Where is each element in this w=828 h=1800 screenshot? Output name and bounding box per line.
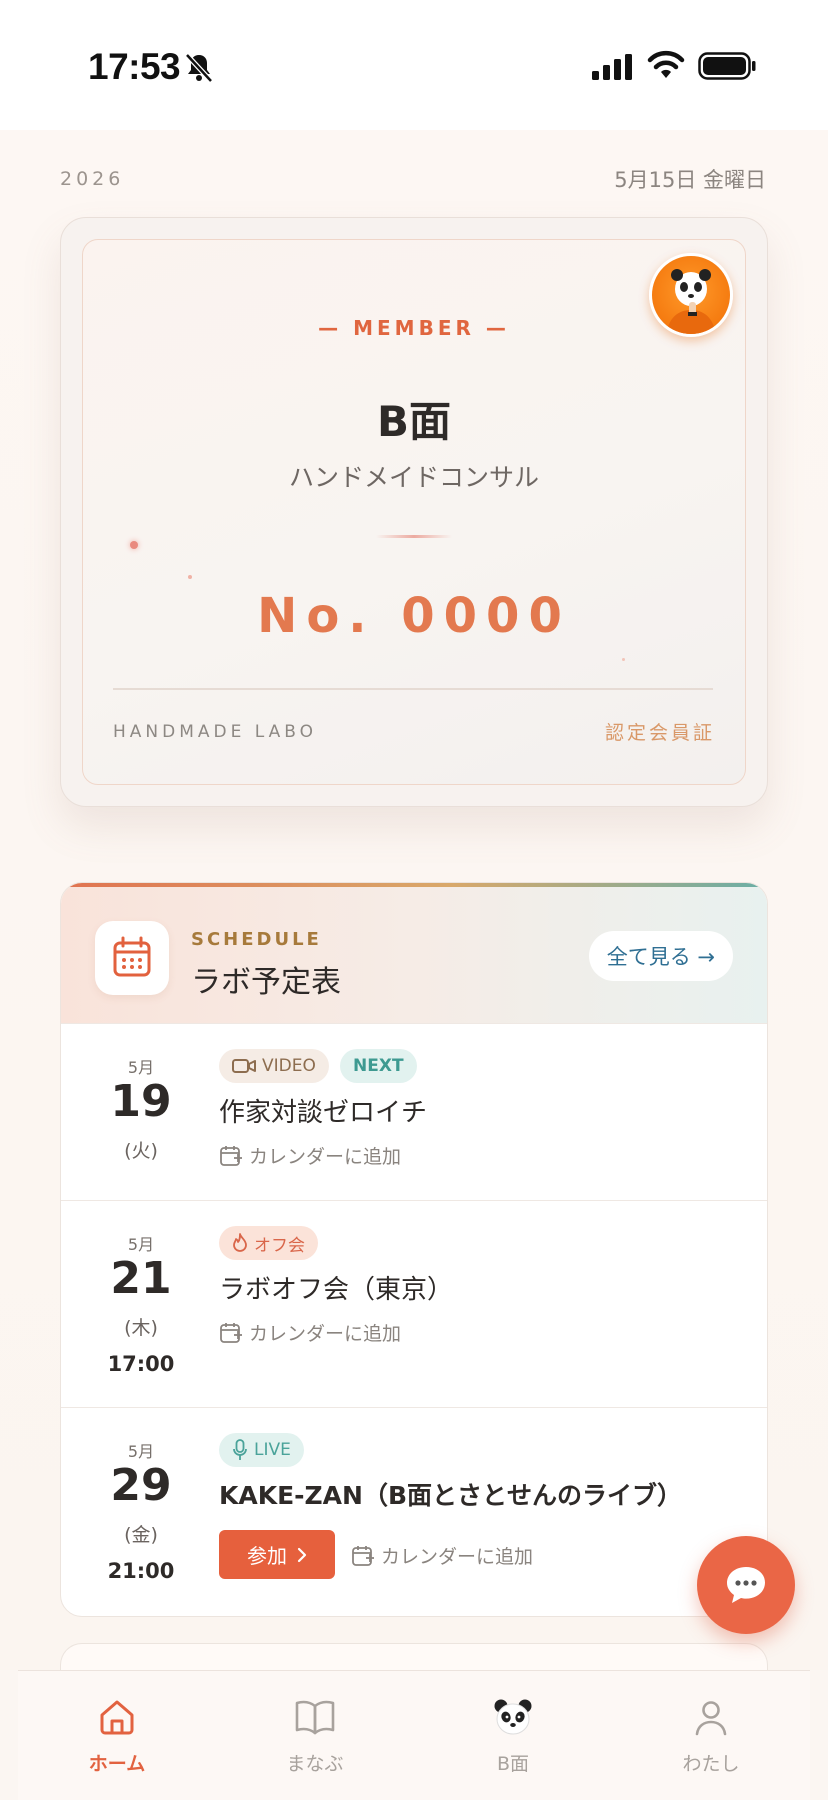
panda-icon xyxy=(494,1699,532,1735)
decorative-dot xyxy=(130,541,138,549)
chat-bubble-icon xyxy=(727,1567,765,1603)
tag-label: VIDEO xyxy=(262,1056,316,1076)
join-button[interactable]: 参加 xyxy=(219,1530,335,1579)
signal-icon xyxy=(592,54,632,80)
member-role: ハンドメイドコンサル xyxy=(288,463,539,492)
tag-live: LIVE xyxy=(219,1433,304,1467)
chat-button[interactable] xyxy=(697,1536,795,1634)
calendar-add-icon xyxy=(220,1145,242,1166)
schedule-title: ラボ予定表 xyxy=(191,965,341,1000)
year-label: 2026 xyxy=(60,168,125,190)
add-to-calendar-button[interactable]: カレンダーに追加 xyxy=(351,1542,533,1569)
calendar-icon xyxy=(113,936,151,977)
add-to-calendar-button[interactable]: カレンダーに追加 xyxy=(219,1142,401,1169)
card-footer-brand: HANDMADE LABO xyxy=(113,722,317,742)
event-month: 5月 xyxy=(127,1058,155,1077)
card-divider xyxy=(113,688,713,690)
event-weekday: (火) xyxy=(124,1140,158,1162)
member-number: No. 0000 xyxy=(257,588,571,644)
event-day: 29 xyxy=(110,1460,172,1511)
event-month: 5月 xyxy=(127,1442,155,1461)
tag-offkai: オフ会 xyxy=(219,1226,318,1260)
event-title: ラボオフ会（東京） xyxy=(219,1275,454,1305)
person-icon xyxy=(695,1701,727,1736)
wifi-icon xyxy=(647,50,685,78)
flame-icon xyxy=(233,1233,247,1252)
tab-label: まなぶ xyxy=(286,1753,344,1775)
tab-label: B面 xyxy=(496,1753,530,1775)
decorative-dot xyxy=(622,658,625,661)
mic-icon xyxy=(233,1439,247,1460)
schedule-header: SCHEDULE ラボ予定表 全て見る → xyxy=(61,887,767,1023)
tag-label: LIVE xyxy=(254,1440,291,1460)
add-to-calendar-label: カレンダーに追加 xyxy=(381,1546,534,1568)
tag-label: オフ会 xyxy=(254,1235,305,1256)
event-day: 19 xyxy=(110,1076,172,1127)
event-weekday: (金) xyxy=(124,1524,158,1546)
tab-bmen[interactable]: B面 xyxy=(433,1695,593,1776)
list-item[interactable]: 5月 29 (金) 21:00 LIVE KAKE-ZAN（B面とさとせんのライ… xyxy=(61,1407,767,1616)
event-title: KAKE-ZAN（B面とさとせんのライブ） xyxy=(219,1481,683,1510)
home-icon xyxy=(100,1700,134,1735)
event-day: 21 xyxy=(110,1253,172,1304)
tab-label: ホーム xyxy=(88,1753,146,1775)
add-to-calendar-label: カレンダーに追加 xyxy=(249,1146,402,1168)
book-icon xyxy=(295,1700,335,1735)
list-item[interactable]: 5月 19 (火) VIDEO NEXT 作家対談ゼロイチ カレンダーに追加 xyxy=(61,1023,767,1200)
card-footer-cert: 認定会員証 xyxy=(604,722,715,744)
decorative-dot xyxy=(188,575,192,579)
date-label: 5月15日 金曜日 xyxy=(614,168,766,192)
schedule-icon-box xyxy=(95,921,169,995)
status-bar: 17:53 xyxy=(0,0,828,130)
bell-muted-icon xyxy=(185,53,213,83)
status-time: 17:53 xyxy=(88,46,181,87)
member-name: B面 xyxy=(376,397,451,446)
tab-bar: ホーム まなぶ B面 わたし xyxy=(18,1670,810,1800)
tab-me[interactable]: わたし xyxy=(631,1695,791,1776)
add-to-calendar-button[interactable]: カレンダーに追加 xyxy=(219,1319,401,1346)
event-title: 作家対談ゼロイチ xyxy=(219,1098,428,1128)
event-weekday: (木) xyxy=(124,1317,158,1339)
battery-icon xyxy=(698,52,756,80)
tab-home[interactable]: ホーム xyxy=(37,1695,197,1776)
card-divider-short xyxy=(376,535,452,538)
event-month: 5月 xyxy=(127,1235,155,1254)
member-label: — MEMBER — xyxy=(318,316,510,340)
schedule-kicker: SCHEDULE xyxy=(191,929,322,950)
tag-label: NEXT xyxy=(353,1056,404,1076)
event-time: 17:00 xyxy=(107,1352,175,1376)
tag-next: NEXT xyxy=(340,1049,417,1083)
add-to-calendar-label: カレンダーに追加 xyxy=(249,1323,402,1345)
chevron-right-icon xyxy=(297,1547,307,1562)
calendar-add-icon xyxy=(220,1322,242,1343)
calendar-add-icon xyxy=(352,1545,374,1566)
tab-label: わたし xyxy=(682,1753,740,1775)
event-time: 21:00 xyxy=(107,1559,175,1583)
list-item[interactable]: 5月 21 (木) 17:00 オフ会 ラボオフ会（東京） カレンダーに追加 xyxy=(61,1200,767,1407)
join-label: 参加 xyxy=(247,1544,287,1568)
tab-learn[interactable]: まなぶ xyxy=(235,1695,395,1776)
schedule-card: SCHEDULE ラボ予定表 全て見る → 5月 19 (火) VIDEO NE… xyxy=(60,882,768,1617)
see-all-button[interactable]: 全て見る → xyxy=(588,931,733,981)
tag-video: VIDEO xyxy=(219,1049,329,1083)
video-icon xyxy=(232,1059,256,1073)
